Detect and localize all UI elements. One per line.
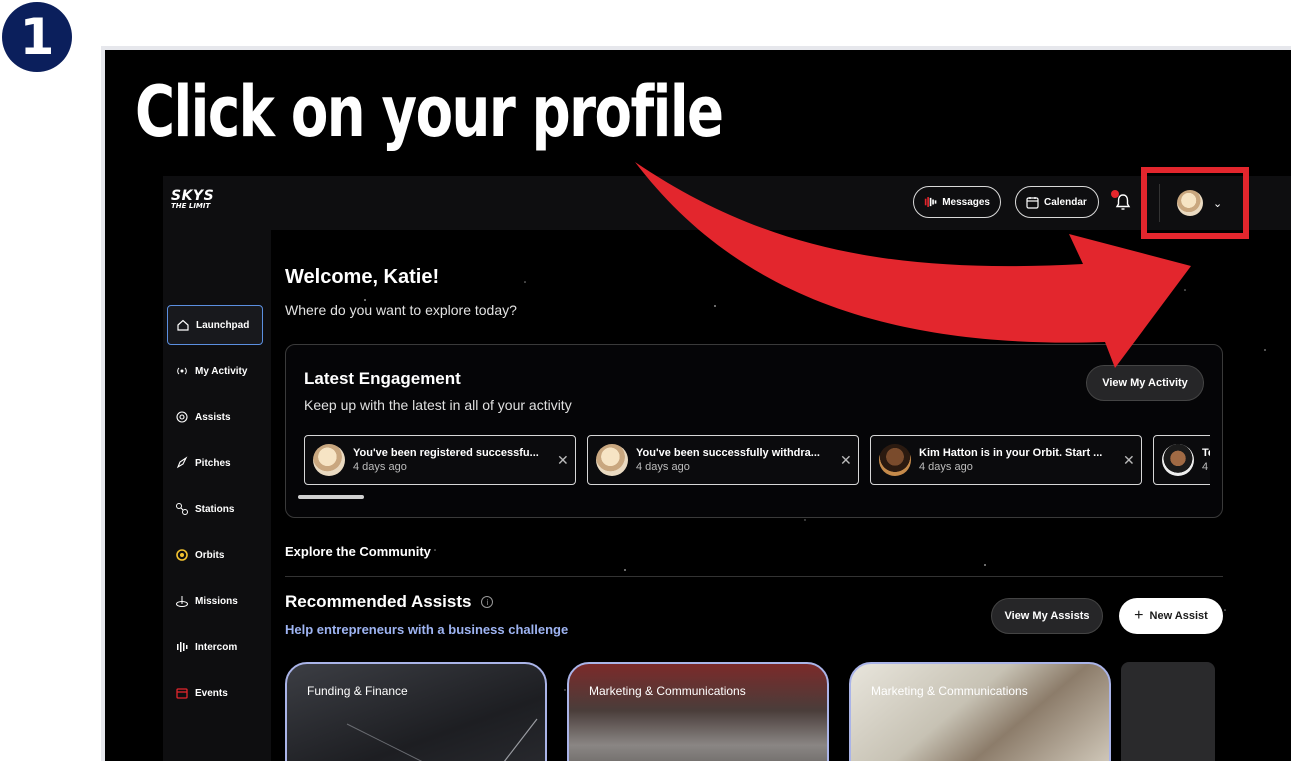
assist-card[interactable]: Funding & Finance xyxy=(285,662,547,761)
sidebar-item-orbits[interactable]: Orbits xyxy=(167,535,263,575)
notification-card[interactable]: You've been registered successfu... 4 da… xyxy=(304,435,576,485)
new-assist-label: New Assist xyxy=(1149,610,1208,622)
page-title: Welcome, Katie! xyxy=(285,266,440,288)
new-assist-button[interactable]: + New Assist xyxy=(1119,598,1223,634)
carousel-scrollbar[interactable] xyxy=(298,495,364,499)
sidebar-item-label: My Activity xyxy=(195,365,248,377)
assist-icon xyxy=(176,411,188,423)
home-icon xyxy=(177,319,189,331)
orbit-icon xyxy=(176,549,188,561)
sidebar-nav: Launchpad My Activity Assists Pitches St… xyxy=(163,230,271,761)
step-number-badge: 1 xyxy=(2,2,72,72)
sidebar-item-stations[interactable]: Stations xyxy=(167,489,263,529)
calendar-button[interactable]: Calendar xyxy=(1015,186,1099,218)
latest-engagement-card: Latest Engagement Keep up with the lates… xyxy=(285,344,1223,518)
sidebar-item-my-activity[interactable]: My Activity xyxy=(167,351,263,391)
notification-time: 4 days ago xyxy=(353,461,407,473)
recommended-assists-subtitle: Help entrepreneurs with a business chall… xyxy=(285,622,569,637)
notification-title: You've been registered successfu... xyxy=(353,447,539,459)
intercom-icon xyxy=(177,642,188,652)
avatar xyxy=(596,444,628,476)
screenshot-frame: Click on your profile SKYS THE LIMIT Mes… xyxy=(101,46,1291,761)
avatar xyxy=(1162,444,1194,476)
sidebar-item-label: Orbits xyxy=(195,549,225,561)
stations-icon xyxy=(176,503,188,515)
recommended-assists-title: Recommended Assists i xyxy=(285,592,494,612)
notification-carousel[interactable]: You've been registered successfu... 4 da… xyxy=(304,435,1210,487)
plus-icon: + xyxy=(1134,607,1144,624)
assist-card[interactable]: Marketing & Communications xyxy=(849,662,1111,761)
page-subtitle: Where do you want to explore today? xyxy=(285,302,517,318)
engagement-subtitle: Keep up with the latest in all of your a… xyxy=(304,397,572,413)
sidebar-item-label: Stations xyxy=(195,503,235,515)
view-my-activity-button[interactable]: View My Activity xyxy=(1086,365,1204,401)
messages-label: Messages xyxy=(942,196,990,208)
unread-indicator-dot xyxy=(1111,190,1119,198)
messages-button[interactable]: Messages xyxy=(913,186,1001,218)
broadcast-icon xyxy=(177,367,187,375)
sidebar-item-events[interactable]: Events xyxy=(167,673,263,713)
calendar-label: Calendar xyxy=(1044,196,1087,208)
assist-card-partial[interactable] xyxy=(1121,662,1215,761)
main-content: Welcome, Katie! Where do you want to exp… xyxy=(271,230,1291,761)
sidebar-item-launchpad[interactable]: Launchpad xyxy=(167,305,263,345)
notifications-bell-button[interactable] xyxy=(1111,190,1135,214)
explore-section-title: Explore the Community xyxy=(285,544,431,559)
rocket-icon xyxy=(176,456,188,469)
calendar-event-icon xyxy=(176,688,188,699)
notification-time: 4 days ago xyxy=(919,461,973,473)
notification-card[interactable]: Kim Hatton is in your Orbit. Start ... 4… xyxy=(870,435,1142,485)
notification-time: 4 days ago xyxy=(636,461,690,473)
notification-card[interactable]: Te 4 xyxy=(1153,435,1210,485)
sidebar-item-label: Missions xyxy=(195,595,238,607)
recommended-assists-heading: Recommended Assists xyxy=(285,592,472,611)
avatar xyxy=(313,444,345,476)
notification-time: 4 xyxy=(1202,461,1209,473)
sidebar-item-label: Events xyxy=(195,687,228,699)
assist-category-label: Marketing & Communications xyxy=(871,684,1028,698)
sidebar-item-pitches[interactable]: Pitches xyxy=(167,443,263,483)
app-top-bar: SKYS THE LIMIT Messages Calendar ⌄ xyxy=(163,176,1291,230)
notification-card[interactable]: You've been successfully withdra... 4 da… xyxy=(587,435,859,485)
profile-highlight-box xyxy=(1141,167,1249,239)
notification-title: Kim Hatton is in your Orbit. Start ... xyxy=(919,447,1103,459)
calendar-icon xyxy=(1026,196,1039,209)
sidebar-item-missions[interactable]: Missions xyxy=(167,581,263,621)
info-icon[interactable]: i xyxy=(481,596,494,608)
notification-title: You've been successfully withdra... xyxy=(636,447,820,459)
view-my-assists-button[interactable]: View My Assists xyxy=(991,598,1103,634)
instruction-heading: Click on your profile xyxy=(135,71,724,153)
sidebar-item-assists[interactable]: Assists xyxy=(167,397,263,437)
sidebar-item-label: Pitches xyxy=(195,457,231,469)
section-divider xyxy=(285,576,1223,577)
notification-title: Te xyxy=(1202,447,1210,459)
card-decoration xyxy=(346,718,538,761)
assist-category-label: Funding & Finance xyxy=(307,684,408,698)
close-icon[interactable]: ✕ xyxy=(557,452,569,469)
sidebar-item-label: Launchpad xyxy=(196,319,250,331)
mission-icon xyxy=(176,596,188,607)
close-icon[interactable]: ✕ xyxy=(840,452,852,469)
avatar xyxy=(879,444,911,476)
assist-card[interactable]: Marketing & Communications xyxy=(567,662,829,761)
app-logo[interactable]: SKYS THE LIMIT xyxy=(171,189,214,209)
sidebar-item-label: Intercom xyxy=(195,641,238,653)
messages-icon xyxy=(924,197,937,207)
assist-category-label: Marketing & Communications xyxy=(589,684,746,698)
sidebar-item-intercom[interactable]: Intercom xyxy=(167,627,263,667)
close-icon[interactable]: ✕ xyxy=(1123,452,1135,469)
engagement-title: Latest Engagement xyxy=(304,369,461,388)
sidebar-item-label: Assists xyxy=(195,411,231,423)
